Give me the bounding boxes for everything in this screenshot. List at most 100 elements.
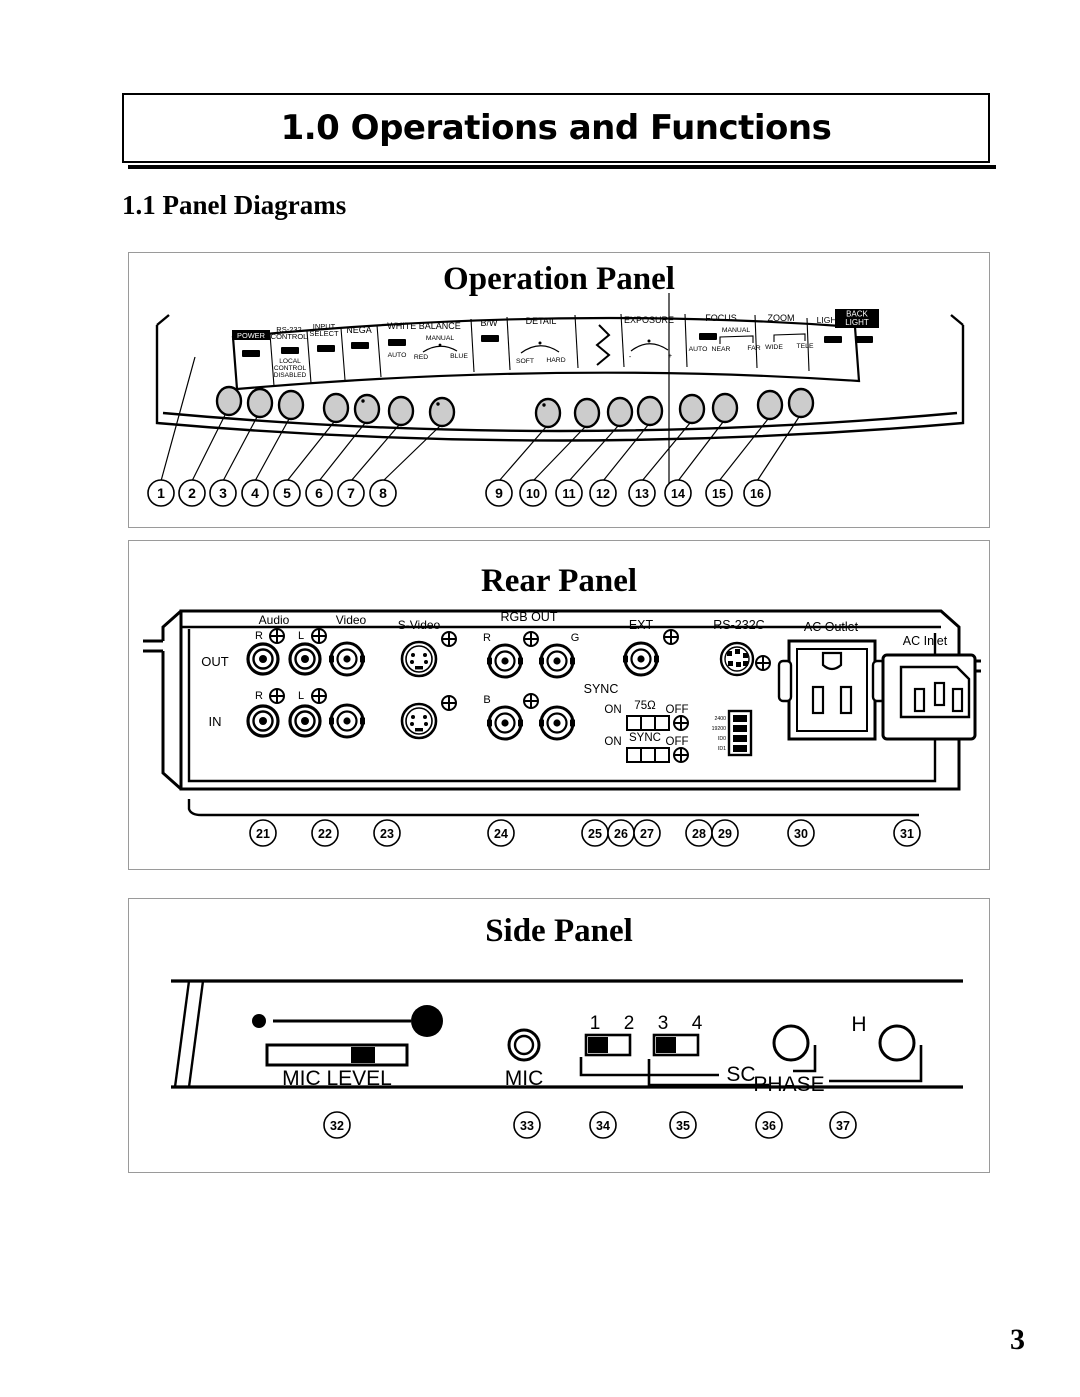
rs232c-connector: [719, 641, 755, 677]
svg-text:14: 14: [671, 487, 685, 501]
svg-text:11: 11: [562, 487, 575, 501]
svg-text:37: 37: [836, 1119, 850, 1133]
svg-text:NEAR: NEAR: [712, 346, 731, 353]
svg-text:R: R: [255, 630, 263, 642]
svg-text:2: 2: [188, 485, 196, 501]
svg-text:H: H: [851, 1013, 866, 1036]
svg-text:21: 21: [256, 827, 270, 841]
ohm-label: 75Ω: [634, 700, 656, 712]
svg-text:1: 1: [590, 1013, 601, 1034]
svg-text:26: 26: [614, 827, 628, 841]
svg-text:6: 6: [315, 485, 323, 501]
svg-text:4: 4: [251, 485, 259, 501]
power-label: POWER: [237, 331, 265, 340]
svg-text:G: G: [571, 632, 580, 644]
svg-text:15: 15: [712, 487, 726, 501]
svg-text:3: 3: [658, 1013, 669, 1034]
ac-outlet-label: AC Outlet: [804, 620, 859, 634]
svg-text:4: 4: [692, 1013, 703, 1034]
svg-text:WHITE BALANCE: WHITE BALANCE: [387, 321, 461, 331]
sc-label: SC: [726, 1063, 755, 1086]
side-panel-section: Side Panel MIC LEVEL MIC 1 2 3 4 SC H PH…: [128, 898, 990, 1173]
svg-text:ON: ON: [604, 736, 621, 748]
svg-text:SYNC: SYNC: [629, 732, 661, 744]
svg-text:AUTO: AUTO: [388, 352, 407, 359]
svg-text:24: 24: [494, 827, 508, 841]
mic-jack: [507, 1028, 541, 1062]
svg-text:FOCUS: FOCUS: [705, 313, 737, 323]
svg-text:RED: RED: [414, 354, 428, 361]
svg-text:LOCAL: LOCAL: [279, 358, 301, 365]
svg-text:7: 7: [347, 485, 355, 501]
svg-text:ID0: ID0: [718, 736, 726, 742]
svg-text:AUTO: AUTO: [689, 346, 708, 353]
svg-text:31: 31: [900, 827, 914, 841]
svg-text:23: 23: [380, 827, 394, 841]
section-heading: 1.1 Panel Diagrams: [122, 190, 347, 220]
svg-text:MANUAL: MANUAL: [426, 335, 455, 342]
svg-text:10: 10: [526, 487, 540, 501]
svg-text:19200: 19200: [712, 726, 727, 732]
svg-text:OFF: OFF: [666, 704, 689, 716]
svg-text:ZOOM: ZOOM: [768, 313, 795, 323]
page-title: 1.0 Operations and Functions: [280, 108, 832, 148]
rs232c-label: RS-232C: [713, 618, 764, 632]
svg-text:25: 25: [588, 827, 602, 841]
sync-label: SYNC: [584, 682, 619, 696]
mic-label: MIC: [505, 1067, 544, 1090]
svg-text:12: 12: [596, 487, 610, 501]
row-label-in: IN: [209, 714, 222, 729]
svg-text:CONTROL: CONTROL: [271, 332, 308, 341]
rear-callouts: 21 22 23 24 25 26 27 28 29 30 31: [249, 819, 921, 847]
svg-text:OFF: OFF: [666, 736, 689, 748]
row-label-out: OUT: [201, 654, 229, 669]
svg-text:R: R: [483, 632, 491, 644]
side-callouts: 32 33 34 35 36 37: [323, 1111, 857, 1139]
svg-text:2: 2: [624, 1013, 635, 1034]
svg-text:HARD: HARD: [546, 357, 565, 364]
svg-text:TELE: TELE: [797, 343, 814, 350]
svg-text:NEGA: NEGA: [346, 325, 372, 335]
rear-panel-diagram: OUT IN Audio Video R L R L S-Video RGB O…: [129, 541, 989, 869]
svg-text:32: 32: [330, 1119, 344, 1133]
page-number: 3: [1010, 1323, 1025, 1356]
ac-outlet: [777, 639, 887, 741]
dip-switch-block: [727, 709, 753, 757]
svg-text:BLUE: BLUE: [450, 353, 468, 360]
chapter-title-box: 1.0 Operations and Functions: [122, 93, 996, 169]
svg-text:2400: 2400: [714, 716, 726, 722]
svideo-label: S-Video: [398, 618, 441, 632]
svg-text:FAR: FAR: [747, 345, 760, 352]
rgbout-label: RGB OUT: [501, 610, 558, 624]
operation-panel-section: Operation Panel RS-232 CONTROL INPUT SEL…: [128, 252, 990, 528]
svg-text:ID1: ID1: [718, 746, 726, 752]
svg-text:WIDE: WIDE: [765, 344, 783, 351]
svg-text:22: 22: [318, 827, 332, 841]
mic-level-label: MIC LEVEL: [282, 1067, 392, 1090]
ac-inlet-label: AC Inlet: [903, 634, 948, 648]
svg-text:B: B: [483, 694, 490, 706]
svg-text:13: 13: [635, 487, 649, 501]
operation-panel-diagram: POWER RS-232CONTROL INPUTSELECT NEGA WHI…: [129, 253, 989, 527]
phase-knob-group: H: [772, 1013, 923, 1083]
svg-text:8: 8: [379, 485, 387, 501]
phase-label: PHASE: [753, 1073, 824, 1096]
side-panel-diagram: MIC LEVEL MIC 1 2 3 4 SC H PHASE 32 33 3…: [129, 899, 989, 1172]
svg-text:L: L: [298, 690, 304, 702]
svg-text:3: 3: [219, 485, 227, 501]
svg-text:SELECT: SELECT: [309, 329, 339, 338]
svg-text:SOFT: SOFT: [516, 358, 534, 365]
svg-text:34: 34: [596, 1119, 610, 1133]
svg-text:MANUAL: MANUAL: [722, 327, 751, 334]
svg-text:35: 35: [676, 1119, 690, 1133]
operation-callouts: 1 2 3 4 5 6 7 8 9 10 11 12 13 14 15 16: [147, 479, 771, 507]
svg-text:16: 16: [750, 487, 764, 501]
panel-knob-row: [215, 385, 815, 429]
svg-text:9: 9: [495, 485, 503, 501]
title-box-shadow: [128, 165, 996, 169]
svg-text:33: 33: [520, 1119, 534, 1133]
rear-panel-section: Rear Panel OUT IN Audio Video R L R L S-…: [128, 540, 990, 870]
audio-label: Audio: [259, 613, 290, 627]
ac-inlet: [881, 653, 977, 741]
svg-text:DISABLED: DISABLED: [274, 372, 307, 379]
